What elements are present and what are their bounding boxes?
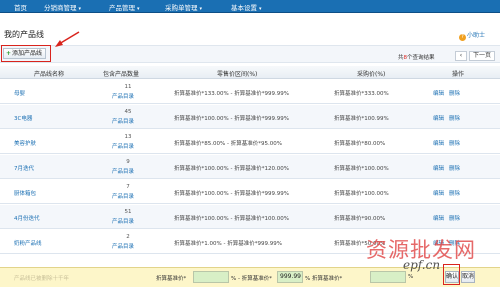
edit-link[interactable]: 编辑 <box>433 164 444 172</box>
help-link[interactable]: ? 小助士 <box>459 30 485 41</box>
table-row: 母婴 11 产品目录 折算基准价*133.00% - 折算基准价*999.99%… <box>0 80 500 104</box>
table-row: 厨体箱包 7 产品目录 折算基准价*100.00% - 折算基准价*999.99… <box>0 180 500 204</box>
retail-max-label: % - 折算基准价* <box>231 276 272 282</box>
nav-home[interactable]: 首页 <box>14 2 27 12</box>
delete-link[interactable]: 删除 <box>449 164 460 172</box>
page-title: 我的产品线 <box>4 30 44 39</box>
col-retail: 零售价区间(%) <box>217 71 258 78</box>
purchase-price: 折算基准价*100.00% <box>334 191 389 197</box>
table-header: 产品线名称 包含产品数量 零售价区间(%) 采购价(%) 操作 <box>0 66 500 79</box>
product-count: 2 <box>126 234 130 240</box>
edit-link[interactable]: 编辑 <box>433 214 444 222</box>
purchase-pct-label: % <box>408 274 414 280</box>
question-icon: ? <box>459 34 466 41</box>
product-line-name[interactable]: 美容护肤 <box>14 139 36 147</box>
col-count: 包含产品数量 <box>103 71 140 78</box>
purchase-price: 折算基准价*100.99% <box>334 116 389 122</box>
next-page-button[interactable]: 下一页 <box>469 51 495 61</box>
help-label: 小助士 <box>467 32 486 39</box>
catalog-link[interactable]: 产品目录 <box>112 217 134 225</box>
cancel-button[interactable]: 取消 <box>461 271 475 283</box>
delete-link[interactable]: 删除 <box>449 214 460 222</box>
edit-link[interactable]: 编辑 <box>433 89 444 97</box>
result-count: 共8个查询结果 <box>398 53 435 61</box>
nav-distributors-label: 分销商管理 <box>44 4 77 12</box>
nav-purchase-orders-label: 采购单管理 <box>165 4 198 12</box>
delete-link[interactable]: 删除 <box>449 114 460 122</box>
product-count: 51 <box>124 209 132 215</box>
product-count: 45 <box>124 109 132 115</box>
annotation-arrow-icon <box>55 31 80 47</box>
watermark-url: epf.cn <box>403 258 441 272</box>
retail-range: 折算基准价*100.00% - 折算基准价*999.99% <box>174 116 289 122</box>
delete-link[interactable]: 删除 <box>449 139 460 147</box>
chevron-down-icon: ▾ <box>199 6 203 12</box>
top-nav: 首页 分销商管理 ▾ 产品管理 ▾ 采购单管理 ▾ 基本设置 ▾ <box>0 0 500 13</box>
retail-range: 折算基准价*133.00% - 折算基准价*999.99% <box>174 91 289 97</box>
nav-settings-label: 基本设置 <box>231 4 257 12</box>
nav-products-label: 产品管理 <box>109 4 135 12</box>
result-count-suffix: 个查询结果 <box>407 55 435 61</box>
highlight-box <box>1 45 51 62</box>
catalog-link[interactable]: 产品目录 <box>112 92 134 100</box>
product-count: 7 <box>126 184 130 190</box>
delete-link[interactable]: 删除 <box>449 89 460 97</box>
catalog-link[interactable]: 产品目录 <box>112 142 134 150</box>
edit-link[interactable]: 编辑 <box>433 139 444 147</box>
col-purchase: 采购价(%) <box>357 71 386 78</box>
catalog-link[interactable]: 产品目录 <box>112 167 134 175</box>
retail-range: 折算基准价*1.00% - 折算基准价*999.99% <box>174 241 282 247</box>
product-line-name[interactable]: 厨体箱包 <box>14 189 36 197</box>
product-line-name[interactable]: 母婴 <box>14 89 25 97</box>
retail-min-label: 折算基准价* <box>156 276 187 282</box>
nav-settings[interactable]: 基本设置 ▾ <box>231 2 262 12</box>
retail-range: 折算基准价*100.00% - 折算基准价*999.99% <box>174 191 289 197</box>
purchase-label: % 折算基准价* <box>305 276 343 282</box>
purchase-price: 折算基准价*90.00% <box>334 216 386 222</box>
purchase-price: 折算基准价*333.00% <box>334 91 389 97</box>
purchase-input[interactable] <box>370 271 406 283</box>
product-line-name[interactable]: 4月份迭代 <box>14 214 40 222</box>
col-actions: 操作 <box>452 71 465 78</box>
nav-purchase-orders[interactable]: 采购单管理 ▾ <box>165 2 202 12</box>
product-line-name[interactable]: 3C电器 <box>14 114 32 122</box>
product-count: 9 <box>126 159 130 165</box>
catalog-link[interactable]: 产品目录 <box>112 117 134 125</box>
table-row: 4月份迭代 51 产品目录 折算基准价*100.00% - 折算基准价*100.… <box>0 205 500 229</box>
retail-min-input[interactable] <box>193 271 229 283</box>
retail-range: 折算基准价*100.00% - 折算基准价*120.00% <box>174 166 289 172</box>
product-line-name-placeholder: 产品线已被删除十千年 <box>14 276 70 282</box>
product-line-name[interactable]: 7月迭代 <box>14 164 34 172</box>
product-count: 11 <box>124 84 132 90</box>
chevron-down-icon: ▾ <box>137 6 140 12</box>
nav-products[interactable]: 产品管理 ▾ <box>109 2 140 12</box>
table-row: 美容护肤 13 产品目录 折算基准价*85.00% - 折算基准价*95.00%… <box>0 130 500 154</box>
retail-range: 折算基准价*85.00% - 折算基准价*95.00% <box>174 141 282 147</box>
edit-link[interactable]: 编辑 <box>433 114 444 122</box>
chevron-down-icon: ▾ <box>78 6 82 12</box>
purchase-price: 折算基准价*100.00% <box>334 166 389 172</box>
retail-max-input[interactable]: 999.99 <box>277 271 303 283</box>
col-name: 产品线名称 <box>34 71 65 78</box>
prev-page-button[interactable]: ‹ <box>455 51 467 61</box>
nav-home-label: 首页 <box>14 4 27 12</box>
chevron-down-icon: ▾ <box>259 6 262 12</box>
highlight-box <box>443 264 460 285</box>
catalog-link[interactable]: 产品目录 <box>112 192 134 200</box>
product-count: 13 <box>124 134 132 140</box>
nav-distributors[interactable]: 分销商管理 ▾ <box>44 2 81 12</box>
retail-range: 折算基准价*100.00% - 折算基准价*100.00% <box>174 216 289 222</box>
table-row: 7月迭代 9 产品目录 折算基准价*100.00% - 折算基准价*120.00… <box>0 155 500 179</box>
table-row: 3C电器 45 产品目录 折算基准价*100.00% - 折算基准价*999.9… <box>0 105 500 129</box>
delete-link[interactable]: 删除 <box>449 189 460 197</box>
edit-link[interactable]: 编辑 <box>433 189 444 197</box>
catalog-link[interactable]: 产品目录 <box>112 242 134 250</box>
purchase-price: 折算基准价*80.00% <box>334 141 386 147</box>
product-line-name[interactable]: 奶粉产品线 <box>14 239 42 247</box>
